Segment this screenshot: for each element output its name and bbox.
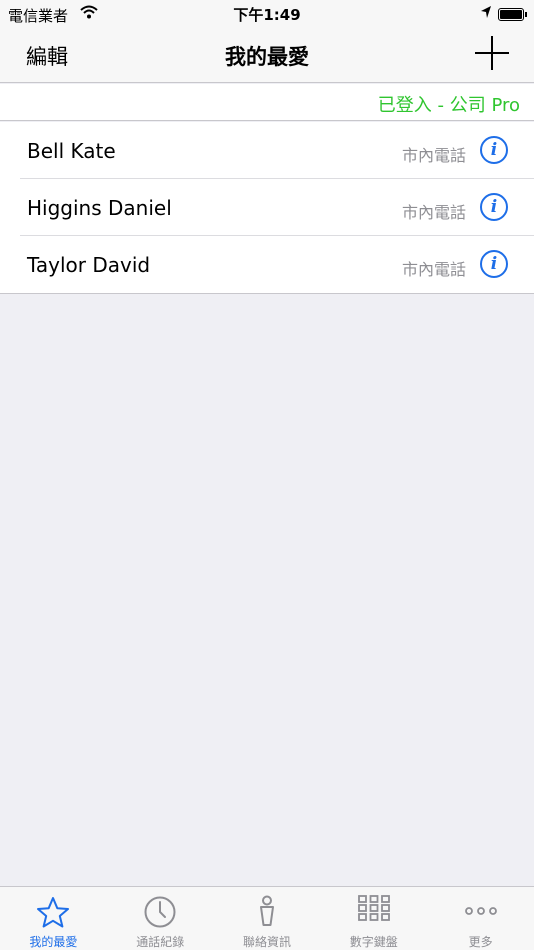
tab-keypad[interactable]: 數字鍵盤 <box>320 887 427 950</box>
tab-more[interactable]: 更多 <box>427 887 534 950</box>
status-bar: 電信業者 下午1:49 <box>0 0 534 28</box>
favorite-row[interactable]: Higgins Daniel 市內電話 i <box>0 179 534 236</box>
clock-icon <box>142 895 178 929</box>
phone-type-label: 市內電話 <box>401 203 466 222</box>
tab-bar: 我的最愛 通話紀錄 聯絡資訊 數字鍵盤 更多 <box>0 886 534 950</box>
login-status-text: 已登入 - 公司 Pro <box>377 95 520 116</box>
phone-type-label: 市內電話 <box>401 146 466 165</box>
star-icon <box>35 895 71 929</box>
person-icon <box>249 895 285 929</box>
location-arrow-icon <box>480 5 492 23</box>
status-time: 下午1:49 <box>233 6 301 24</box>
tab-contacts[interactable]: 聯絡資訊 <box>214 887 321 950</box>
tab-recents[interactable]: 通話紀錄 <box>107 887 214 950</box>
phone-type-label: 市內電話 <box>401 260 466 279</box>
tab-label: 更多 <box>468 935 493 949</box>
info-icon[interactable]: i <box>480 250 508 278</box>
contact-name: Taylor David <box>27 253 151 277</box>
tab-favorites[interactable]: 我的最愛 <box>0 887 107 950</box>
battery-icon <box>498 8 527 21</box>
login-status-bar: 已登入 - 公司 Pro <box>0 84 534 121</box>
add-favorite-button[interactable] <box>474 35 510 71</box>
contact-name: Bell Kate <box>27 139 116 163</box>
favorites-list: Bell Kate 市內電話 i Higgins Daniel 市內電話 i T… <box>0 122 534 294</box>
contact-name: Higgins Daniel <box>27 196 172 220</box>
tab-label: 數字鍵盤 <box>349 935 398 949</box>
info-icon[interactable]: i <box>480 193 508 221</box>
navigation-bar: 編輯 我的最愛 <box>0 28 534 83</box>
tab-label: 通話紀錄 <box>136 935 185 949</box>
keypad-icon <box>356 895 392 929</box>
tab-label: 我的最愛 <box>29 935 78 949</box>
page-title: 我的最愛 <box>225 45 309 69</box>
more-icon <box>463 895 499 929</box>
info-icon[interactable]: i <box>480 136 508 164</box>
tab-label: 聯絡資訊 <box>242 935 291 949</box>
favorite-row[interactable]: Bell Kate 市內電話 i <box>0 122 534 179</box>
favorite-row[interactable]: Taylor David 市內電話 i <box>0 236 534 293</box>
